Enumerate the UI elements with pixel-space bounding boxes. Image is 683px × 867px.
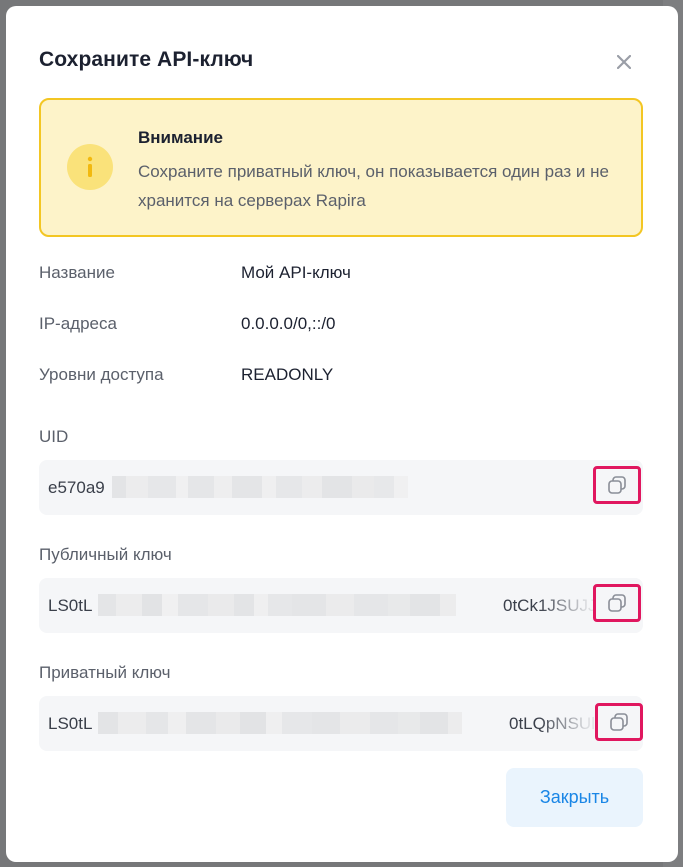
warning-text: Сохраните приватный ключ, он показываетс… xyxy=(138,162,609,210)
access-level-value: READONLY xyxy=(241,365,334,384)
copy-icon xyxy=(608,476,626,494)
public-key-redacted-area xyxy=(98,594,456,616)
uid-redacted-area xyxy=(112,476,408,498)
close-icon xyxy=(617,55,631,69)
uid-field[interactable]: e570a9 xyxy=(39,460,643,515)
public-key-start: LS0tL xyxy=(48,596,93,615)
ip-label: IP-адреса xyxy=(39,314,117,333)
access-level-label: Уровни доступа xyxy=(39,365,164,384)
uid-value-visible: e570a9 xyxy=(48,478,105,497)
public-key-field[interactable]: LS0tL 0tCk1JSUJJa xyxy=(39,578,643,633)
name-label: Название xyxy=(39,263,115,282)
ip-value: 0.0.0.0/0,::/0 xyxy=(241,314,336,333)
copy-icon xyxy=(610,713,628,731)
warning-title: Внимание xyxy=(138,128,223,147)
private-key-redacted-area xyxy=(98,712,462,734)
public-key-label: Публичный ключ xyxy=(39,545,172,564)
warning-banner: Внимание Сохраните приватный ключ, он по… xyxy=(39,98,643,237)
private-key-field[interactable]: LS0tL 0tLQpNSUlF xyxy=(39,696,643,751)
copy-icon xyxy=(608,594,626,612)
save-api-key-dialog: Сохраните API-ключ Внимание Сохраните пр… xyxy=(6,6,678,862)
info-icon xyxy=(67,144,113,190)
copy-public-key-button[interactable] xyxy=(593,584,641,622)
close-dialog-button[interactable] xyxy=(612,50,636,74)
dialog-title: Сохраните API-ключ xyxy=(39,48,254,71)
name-value: Мой API-ключ xyxy=(241,263,351,282)
copy-private-key-button[interactable] xyxy=(595,703,643,741)
uid-label: UID xyxy=(39,427,69,446)
close-button[interactable]: Закрыть xyxy=(506,768,643,827)
copy-uid-button[interactable] xyxy=(593,466,641,504)
private-key-start: LS0tL xyxy=(48,714,93,733)
private-key-label: Приватный ключ xyxy=(39,663,171,682)
